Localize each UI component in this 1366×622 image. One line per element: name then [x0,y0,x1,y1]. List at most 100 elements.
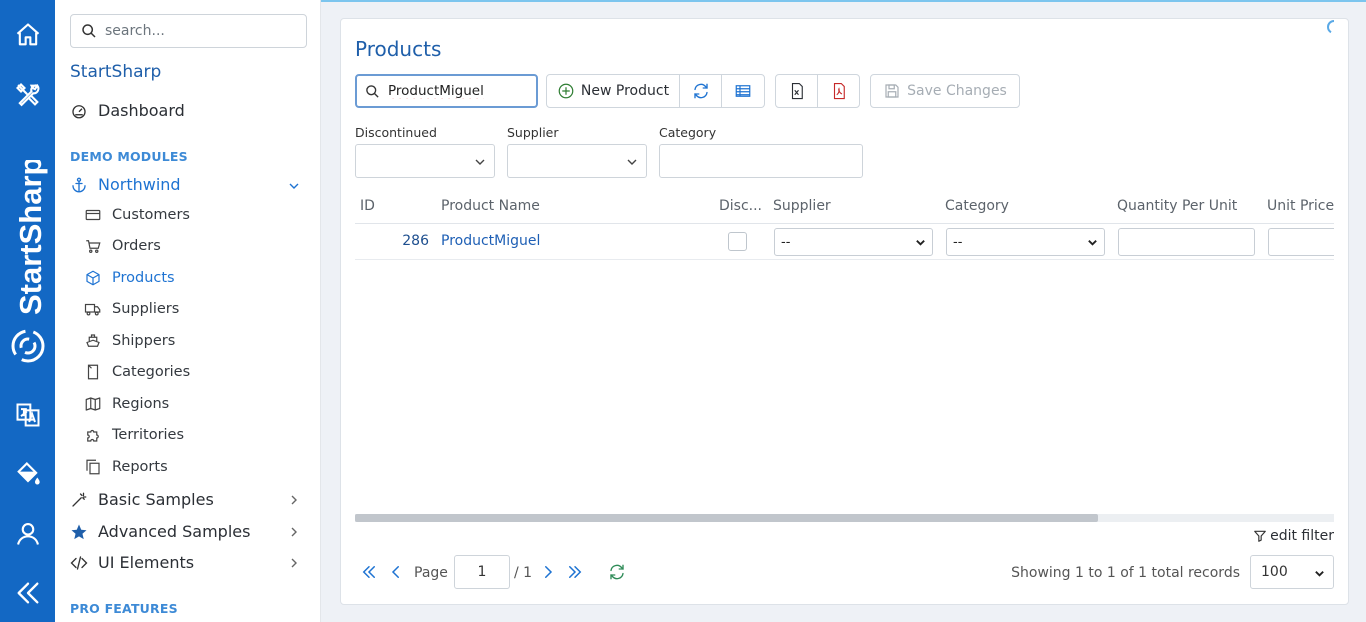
discontinued-filter-select[interactable] [355,144,495,178]
page-title: Products [355,37,442,61]
sidebar-title: StartSharp [70,62,162,82]
page-total: / 1 [514,565,533,581]
sidebar-item-advanced-samples[interactable]: Advanced Samples [70,522,250,541]
list-icon [735,85,751,97]
save-changes-button[interactable]: Save Changes [870,74,1020,108]
top-progress-line [321,0,1366,2]
refresh-icon [693,83,708,99]
sidebar-item-label: Advanced Samples [98,522,251,541]
sidebar: search... StartSharp Dashboard DEMO MODU… [55,0,321,622]
sidebar-item-customers[interactable]: Customers [84,206,190,224]
tools-icon[interactable] [0,73,55,117]
code-icon [70,555,88,570]
sidebar-search-placeholder: search... [105,23,165,39]
excel-export-button[interactable] [775,74,818,108]
page-number-input[interactable]: 1 [454,555,510,589]
sidebar-item-regions[interactable]: Regions [84,395,169,413]
new-product-button[interactable]: New Product [546,74,680,108]
supplier-filter-select[interactable] [507,144,647,178]
puzzle-icon [87,429,99,442]
cell-product-name-link[interactable]: ProductMiguel [441,233,540,249]
search-icon [82,24,96,38]
column-header-id[interactable]: ID [360,198,375,214]
collapse-icon[interactable] [0,571,55,615]
horizontal-scrollbar[interactable] [355,514,1334,522]
prev-page-icon[interactable] [387,563,405,581]
first-page-icon[interactable] [360,563,378,581]
chevron-right-icon[interactable] [288,557,300,569]
sidebar-item-basic-samples[interactable]: Basic Samples [70,490,214,509]
chevron-right-icon[interactable] [288,494,300,506]
scrollbar-thumb[interactable] [355,514,1098,522]
column-header-supplier[interactable]: Supplier [773,198,831,214]
sidebar-item-ui-elements[interactable]: UI Elements [70,553,194,572]
gauge-icon [72,104,86,118]
sidebar-item-northwind[interactable]: Northwind [70,175,181,194]
credit-card-icon [85,209,101,221]
sidebar-item-label: UI Elements [98,553,195,572]
paint-bucket-icon[interactable] [0,452,55,496]
page-size-value: 100 [1261,564,1288,580]
last-page-icon[interactable] [566,563,584,581]
sidebar-item-dashboard[interactable]: Dashboard [70,101,185,120]
chevron-down-icon[interactable] [288,180,300,192]
sidebar-item-orders[interactable]: Orders [84,237,161,255]
column-header-product-name[interactable]: Product Name [441,198,540,214]
sidebar-item-label: Customers [112,207,190,223]
chevron-right-icon[interactable] [288,526,300,538]
anchor-icon [72,177,86,192]
sidebar-item-label: Shippers [112,333,176,349]
sidebar-item-label: Reports [112,459,168,475]
chevron-down-icon [1315,571,1324,577]
cell-supplier-value: -- [781,234,791,250]
cell-supplier-select[interactable]: -- [774,228,933,256]
quick-search-box[interactable] [355,74,538,108]
chevron-down-icon [627,159,637,165]
star-icon [71,524,87,539]
pdf-export-button[interactable] [817,74,860,108]
quick-search-input[interactable] [388,83,508,99]
sidebar-item-label: Basic Samples [98,490,214,509]
loading-spinner-icon [1326,20,1335,34]
sidebar-item-products[interactable]: Products [84,269,175,287]
cell-quantity-input[interactable] [1118,228,1255,256]
discontinued-filter-label: Discontinued [355,125,437,140]
translate-icon[interactable] [0,393,55,437]
sidebar-item-reports[interactable]: Reports [84,458,168,476]
page-size-select[interactable]: 100 [1250,555,1334,589]
sidebar-item-categories[interactable]: Categories [84,363,190,381]
sidebar-search-input[interactable]: search... [70,14,307,48]
column-header-quantity-per-unit[interactable]: Quantity Per Unit [1117,198,1237,214]
icon-rail: StartSharp [0,0,55,622]
refresh-button[interactable] [679,74,722,108]
bookmark-icon [87,364,99,380]
column-header-category[interactable]: Category [945,198,1009,214]
column-header-discontinued[interactable]: Disc... [719,198,767,214]
sidebar-item-label: Categories [112,364,191,380]
table-row[interactable]: 286 ProductMiguel -- -- [355,225,1334,260]
reload-icon[interactable] [608,563,626,581]
edit-filter-link[interactable]: edit filter [1253,528,1334,544]
cell-category-value: -- [953,234,963,250]
user-icon[interactable] [0,512,55,556]
cell-category-select[interactable]: -- [946,228,1105,256]
sidebar-item-shippers[interactable]: Shippers [84,332,175,350]
cart-icon [86,240,101,253]
home-icon[interactable] [0,13,55,57]
cell-unit-price-input[interactable] [1268,228,1334,256]
grid-header: ID Product Name Disc... Supplier Categor… [355,189,1334,224]
sidebar-item-label: Regions [112,396,170,412]
save-changes-label: Save Changes [907,83,1007,99]
sidebar-item-suppliers[interactable]: Suppliers [84,300,179,318]
excel-file-icon [791,82,803,100]
column-picker-button[interactable] [721,74,765,108]
sidebar-item-territories[interactable]: Territories [84,426,184,444]
startsharp-logo: StartSharp [11,160,48,363]
next-page-icon[interactable] [539,563,557,581]
cell-discontinued-checkbox[interactable] [728,232,747,251]
column-header-unit-price[interactable]: Unit Price [1267,198,1334,214]
products-panel: Products New Product Save Changes Discon… [340,18,1349,605]
chevron-down-icon [1088,240,1097,246]
supplier-filter-label: Supplier [507,125,559,140]
category-filter-input[interactable] [659,144,863,178]
